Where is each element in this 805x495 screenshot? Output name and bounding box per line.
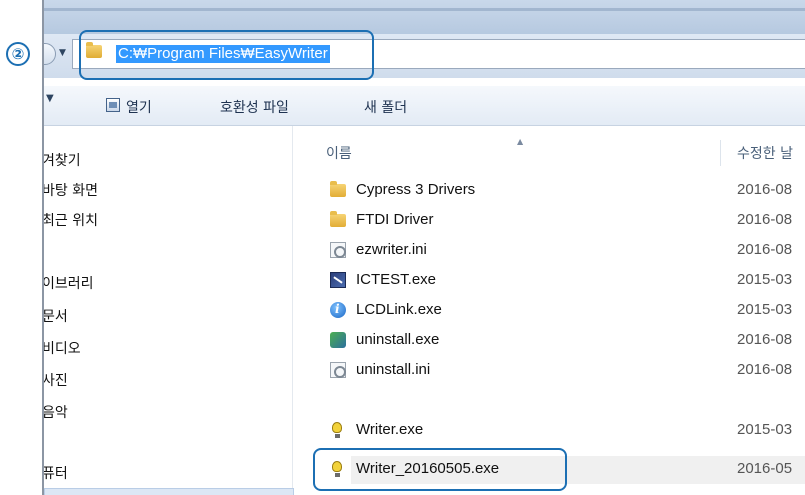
open-button[interactable]: 열기	[126, 97, 152, 117]
navigation-pane: 겨찾기 바탕 화면 최근 위치 이브러리 문서 비디오 사진 음악 퓨터	[44, 126, 292, 495]
sidebar-item-videos[interactable]: 비디오	[44, 338, 81, 358]
command-toolbar	[44, 86, 805, 126]
sidebar-item-libraries[interactable]: 이브러리	[44, 273, 94, 293]
file-row[interactable]: Writer.exe 2015-03	[326, 417, 805, 443]
uninstall-app-icon	[330, 332, 346, 348]
file-name: ICTEST.exe	[356, 271, 437, 288]
title-bar-strip	[44, 8, 805, 11]
file-name: uninstall.ini	[356, 361, 431, 378]
file-date: 2016-08	[737, 211, 793, 228]
folder-icon	[330, 181, 346, 197]
step-number-badge: ②	[6, 42, 30, 66]
file-date: 2016-08	[737, 241, 793, 258]
compatibility-files-button[interactable]: 호환성 파일	[220, 97, 289, 117]
selected-file-callout-box	[313, 448, 567, 491]
column-separator[interactable]	[720, 140, 721, 166]
sidebar-item-documents[interactable]: 문서	[44, 306, 68, 326]
file-date: 2015-03	[737, 301, 793, 318]
ini-file-icon	[330, 242, 346, 258]
file-name: Cypress 3 Drivers	[356, 181, 476, 198]
file-date: 2016-08	[737, 181, 793, 198]
lightbulb-app-icon	[332, 422, 342, 438]
ictest-app-icon	[330, 272, 346, 288]
ini-file-icon	[330, 362, 346, 378]
history-dropdown-icon[interactable]: ▼	[59, 48, 66, 58]
file-name: ezwriter.ini	[356, 241, 427, 258]
sidebar-selected-item[interactable]	[44, 488, 294, 495]
sidebar-item-computer[interactable]: 퓨터	[44, 463, 68, 483]
file-name: FTDI Driver	[356, 211, 434, 228]
new-folder-button[interactable]: 새 폴더	[364, 97, 407, 117]
file-date: 2016-08	[737, 361, 793, 378]
file-date: 2016-05	[737, 460, 793, 477]
file-name: uninstall.exe	[356, 331, 440, 348]
pane-divider[interactable]	[292, 126, 293, 495]
file-row[interactable]: uninstall.ini 2016-08	[326, 357, 805, 383]
column-header-name[interactable]: 이름	[326, 143, 352, 163]
file-row[interactable]: FTDI Driver 2016-08	[326, 207, 805, 233]
file-row[interactable]: LCDLink.exe 2015-03	[326, 297, 805, 323]
open-icon[interactable]	[106, 98, 120, 112]
address-callout-box	[79, 30, 374, 80]
file-date: 2015-03	[737, 271, 793, 288]
file-row[interactable]: ICTEST.exe 2015-03	[326, 267, 805, 293]
column-header-date-modified[interactable]: 수정한 날	[737, 143, 793, 163]
sidebar-item-music[interactable]: 음악	[44, 402, 68, 422]
sidebar-item-favorites[interactable]: 겨찾기	[44, 150, 81, 170]
file-date: 2016-08	[737, 331, 793, 348]
sort-ascending-icon: ▲	[517, 137, 524, 146]
lcdlink-app-icon	[330, 302, 346, 318]
file-row[interactable]: Cypress 3 Drivers 2016-08	[326, 177, 805, 203]
sidebar-item-desktop[interactable]: 바탕 화면	[44, 180, 98, 200]
file-row[interactable]: ezwriter.ini 2016-08	[326, 237, 805, 263]
file-date: 2015-03	[737, 421, 793, 438]
file-row[interactable]: uninstall.exe 2016-08	[326, 327, 805, 353]
file-name: LCDLink.exe	[356, 301, 442, 318]
file-name: Writer.exe	[356, 421, 424, 438]
folder-icon	[330, 211, 346, 227]
sidebar-item-recent-places[interactable]: 최근 위치	[44, 210, 98, 230]
title-bar	[44, 0, 805, 34]
toolbar-dropdown-icon[interactable]: ▼	[46, 93, 54, 104]
sidebar-item-pictures[interactable]: 사진	[44, 370, 68, 390]
